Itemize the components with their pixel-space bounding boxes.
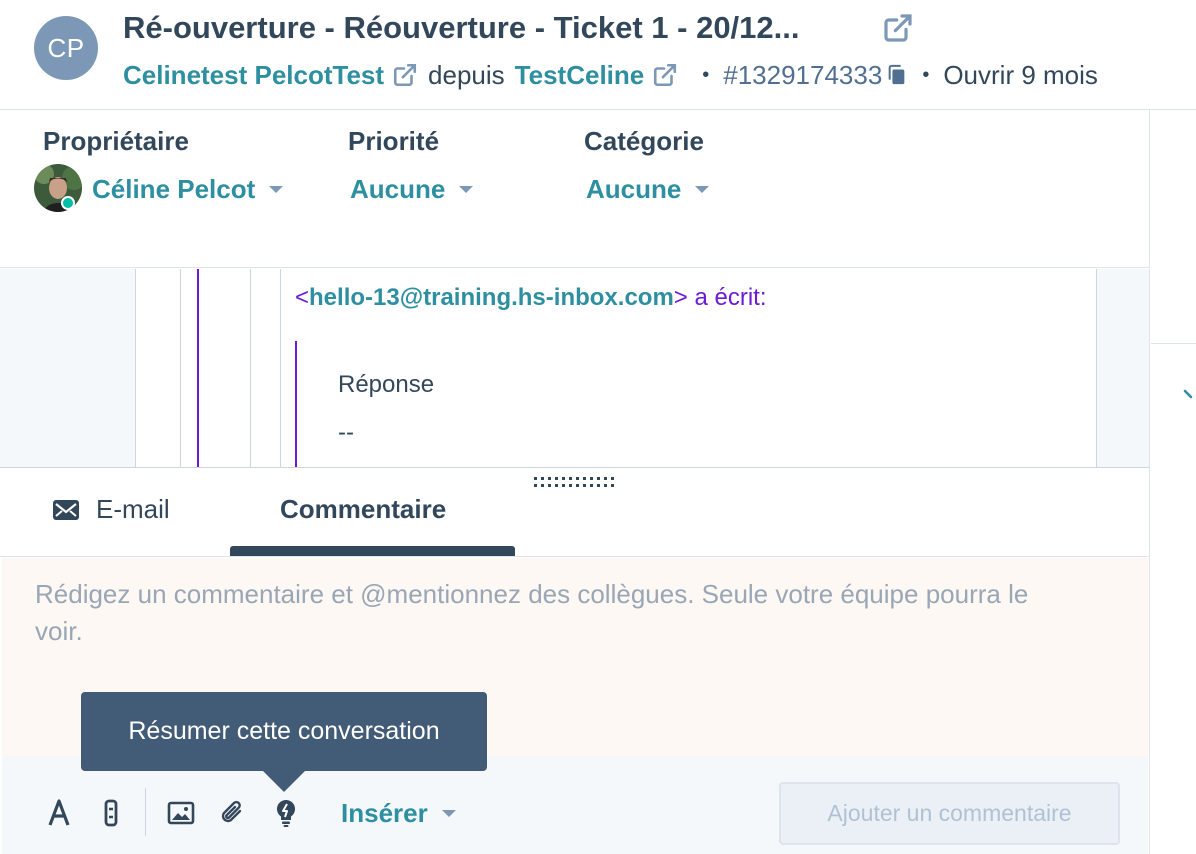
ticket-id: #1329174333 <box>723 59 883 90</box>
owner-avatar <box>34 164 82 212</box>
priority-label: Priorité <box>348 126 440 156</box>
sidebar-divider <box>1151 343 1196 344</box>
tooltip-arrow <box>262 770 306 792</box>
summarize-tooltip: Résumer cette conversation <box>81 692 487 771</box>
sender-email-link[interactable]: hello-13@training.hs-inbox.com <box>309 284 674 311</box>
image-icon[interactable] <box>166 798 196 828</box>
quote-border <box>295 341 297 467</box>
snippet-icon[interactable] <box>96 798 126 828</box>
tab-email[interactable]: E-mail <box>52 494 170 525</box>
category-value: Aucune <box>586 174 682 204</box>
separator-dot: • <box>922 63 930 86</box>
caret-down-icon <box>695 186 710 193</box>
open-bracket: < <box>295 284 310 311</box>
from-word: depuis <box>428 59 505 90</box>
priority-dropdown[interactable]: Aucune <box>350 174 474 205</box>
ticket-title: Ré-ouverture - Réouverture - Ticket 1 - … <box>123 10 800 45</box>
quote-border <box>197 269 199 467</box>
owner-label: Propriétaire <box>43 126 189 156</box>
priority-value: Aucune <box>350 174 446 204</box>
tab-comment[interactable]: Commentaire <box>280 494 446 525</box>
text-format-icon[interactable] <box>44 798 74 828</box>
external-link-icon[interactable] <box>882 12 914 44</box>
quoted-reply: Réponse <box>338 371 435 398</box>
quote-border <box>250 269 251 467</box>
active-tab-indicator <box>230 546 515 556</box>
ticket-status: Ouvrir 9 mois <box>943 59 1098 90</box>
add-comment-button[interactable]: Ajouter un commentaire <box>779 782 1120 845</box>
owner-value: Céline Pelcot <box>92 174 256 204</box>
composer: E-mail Commentaire Rédigez un commentair… <box>0 467 1150 854</box>
email-thread: <hello-13@training.hs-inbox.com> a écrit… <box>0 269 1150 467</box>
caret-down-icon <box>441 810 456 817</box>
separator-dot: • <box>702 63 710 86</box>
wrote-text: > a écrit: <box>673 284 767 311</box>
quote-border <box>280 269 281 467</box>
lightbulb-icon[interactable] <box>271 798 301 828</box>
tab-comment-label: Commentaire <box>280 494 447 524</box>
online-status-dot <box>61 196 75 210</box>
ticket-header: CP Ré-ouverture - Réouverture - Ticket 1… <box>0 0 1196 110</box>
insert-label: Insérer <box>341 798 428 828</box>
owner-dropdown[interactable]: Céline Pelcot <box>92 174 284 205</box>
category-label: Catégorie <box>584 126 704 156</box>
chevron-icon[interactable] <box>1181 385 1196 405</box>
ticket-meta: Celinetest PelcotTest depuis TestCeline … <box>123 58 1098 92</box>
toolbar-separator <box>145 788 146 836</box>
contact-link[interactable]: Celinetest PelcotTest <box>123 60 384 91</box>
comment-placeholder: Rédigez un commentaire et @mentionnez de… <box>35 579 1029 646</box>
ticket-properties: Propriétaire Céline Pelcot Priorité Aucu… <box>0 110 1150 268</box>
caret-down-icon <box>459 186 474 193</box>
company-link[interactable]: TestCeline <box>515 60 645 91</box>
resize-handle[interactable] <box>534 476 618 488</box>
quote-header: <hello-13@training.hs-inbox.com> a écrit… <box>295 284 767 312</box>
external-link-icon[interactable] <box>652 62 678 88</box>
quote-border <box>180 269 181 467</box>
caret-down-icon <box>269 186 284 193</box>
right-sidebar <box>1151 110 1196 854</box>
tab-email-label: E-mail <box>96 494 170 524</box>
envelope-icon <box>53 499 79 520</box>
insert-dropdown[interactable]: Insérer <box>341 798 456 829</box>
external-link-icon[interactable] <box>392 62 418 88</box>
contact-avatar: CP <box>34 16 98 80</box>
attachment-icon[interactable] <box>218 798 248 828</box>
signature-separator: -- <box>338 419 354 446</box>
category-dropdown[interactable]: Aucune <box>586 174 710 205</box>
copy-icon[interactable] <box>886 64 908 86</box>
